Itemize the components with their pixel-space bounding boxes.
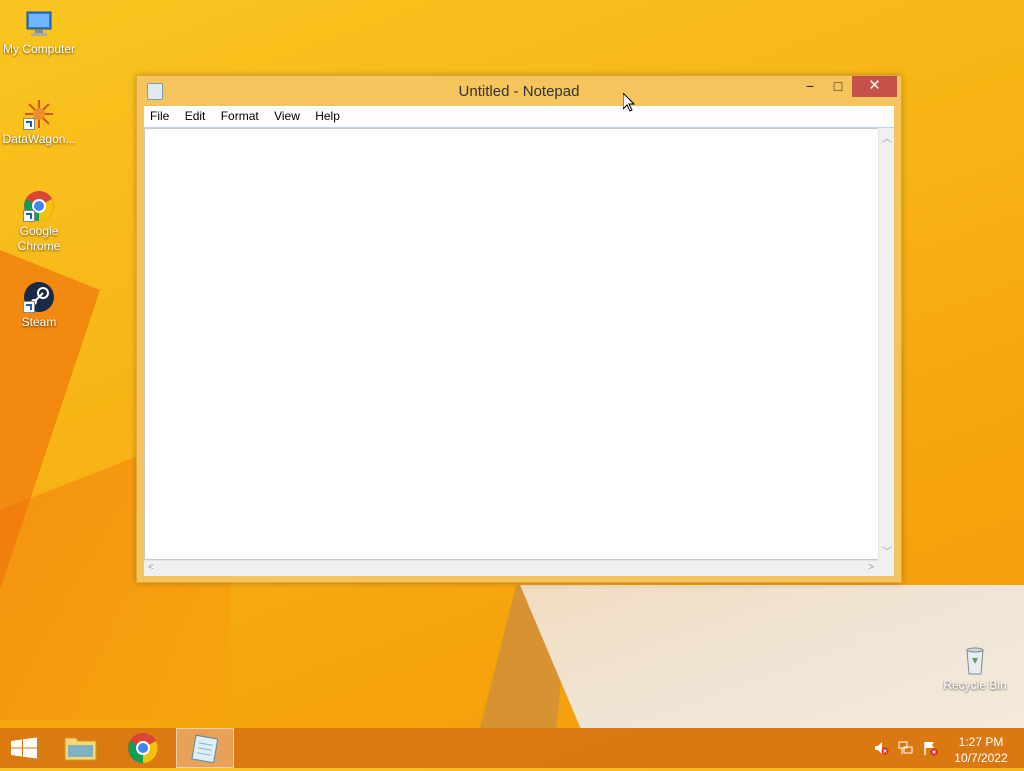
menu-help[interactable]: Help <box>309 106 346 123</box>
window-title: Untitled - Notepad <box>458 83 580 100</box>
horizontal-scrollbar[interactable]: < > <box>144 560 878 576</box>
steam-icon <box>23 281 55 313</box>
shortcut-arrow-icon <box>23 118 35 130</box>
close-button[interactable]: ✕ <box>852 76 897 97</box>
scroll-left-icon[interactable]: < <box>148 562 154 573</box>
desktop-icon-label: DataWagon... <box>2 132 76 146</box>
scroll-up-icon[interactable]: ︿ <box>882 130 892 145</box>
vertical-scrollbar[interactable]: ︿ ﹀ <box>878 128 894 560</box>
desktop-icon-label: Recycle Bin <box>943 678 1007 692</box>
menu-edit[interactable]: Edit <box>179 106 212 123</box>
clock-date: 10/7/2022 <box>954 751 1008 765</box>
start-icon <box>11 737 37 759</box>
taskbar-file-explorer[interactable] <box>52 728 110 768</box>
network-icon[interactable] <box>898 740 914 756</box>
resize-grip[interactable] <box>878 560 894 576</box>
taskbar-clock[interactable]: 1:27 PM 10/7/2022 <box>948 734 1014 766</box>
scroll-right-icon[interactable]: > <box>868 562 874 573</box>
chrome-icon <box>128 733 158 763</box>
notepad-icon <box>191 734 219 764</box>
start-button[interactable] <box>0 728 58 768</box>
text-editor-area[interactable] <box>144 128 884 560</box>
computer-icon <box>23 8 55 40</box>
menu-bar: File Edit Format View Help <box>144 106 894 128</box>
menu-file[interactable]: File <box>144 106 175 123</box>
desktop-icon-recycle-bin[interactable]: Recycle Bin <box>937 644 1013 693</box>
action-center-icon[interactable] <box>922 740 938 756</box>
desktop-icon-label: Google Chrome <box>17 224 61 253</box>
shortcut-arrow-icon <box>23 301 35 313</box>
datawagon-icon <box>23 98 55 130</box>
file-explorer-icon <box>64 737 97 761</box>
chrome-icon <box>23 190 55 222</box>
minimize-button[interactable]: − <box>797 76 823 97</box>
taskbar-notepad[interactable] <box>176 728 234 768</box>
desktop-icon-label: Steam <box>21 315 57 329</box>
maximize-button[interactable]: □ <box>825 76 851 97</box>
recycle-bin-icon <box>959 644 991 676</box>
desktop-icon-steam[interactable]: Steam <box>1 281 77 330</box>
scroll-down-icon[interactable]: ﹀ <box>882 543 892 558</box>
menu-view[interactable]: View <box>268 106 306 123</box>
desktop-icon-label: My Computer <box>2 42 76 56</box>
shortcut-arrow-icon <box>23 210 35 222</box>
volume-muted-icon[interactable] <box>873 740 889 756</box>
title-bar[interactable]: Untitled - Notepad − □ ✕ <box>137 76 901 106</box>
taskbar-chrome[interactable] <box>114 728 172 768</box>
mouse-cursor-icon <box>622 91 636 115</box>
clock-time: 1:27 PM <box>958 735 1004 749</box>
desktop-icon-datawagon[interactable]: DataWagon... <box>1 98 77 147</box>
desktop-icon-my-computer[interactable]: My Computer <box>1 8 77 57</box>
menu-format[interactable]: Format <box>215 106 265 123</box>
notepad-window[interactable]: Untitled - Notepad − □ ✕ File Edit Forma… <box>136 75 902 583</box>
taskbar <box>0 728 1024 768</box>
desktop-icon-google-chrome[interactable]: Google Chrome <box>1 190 77 254</box>
